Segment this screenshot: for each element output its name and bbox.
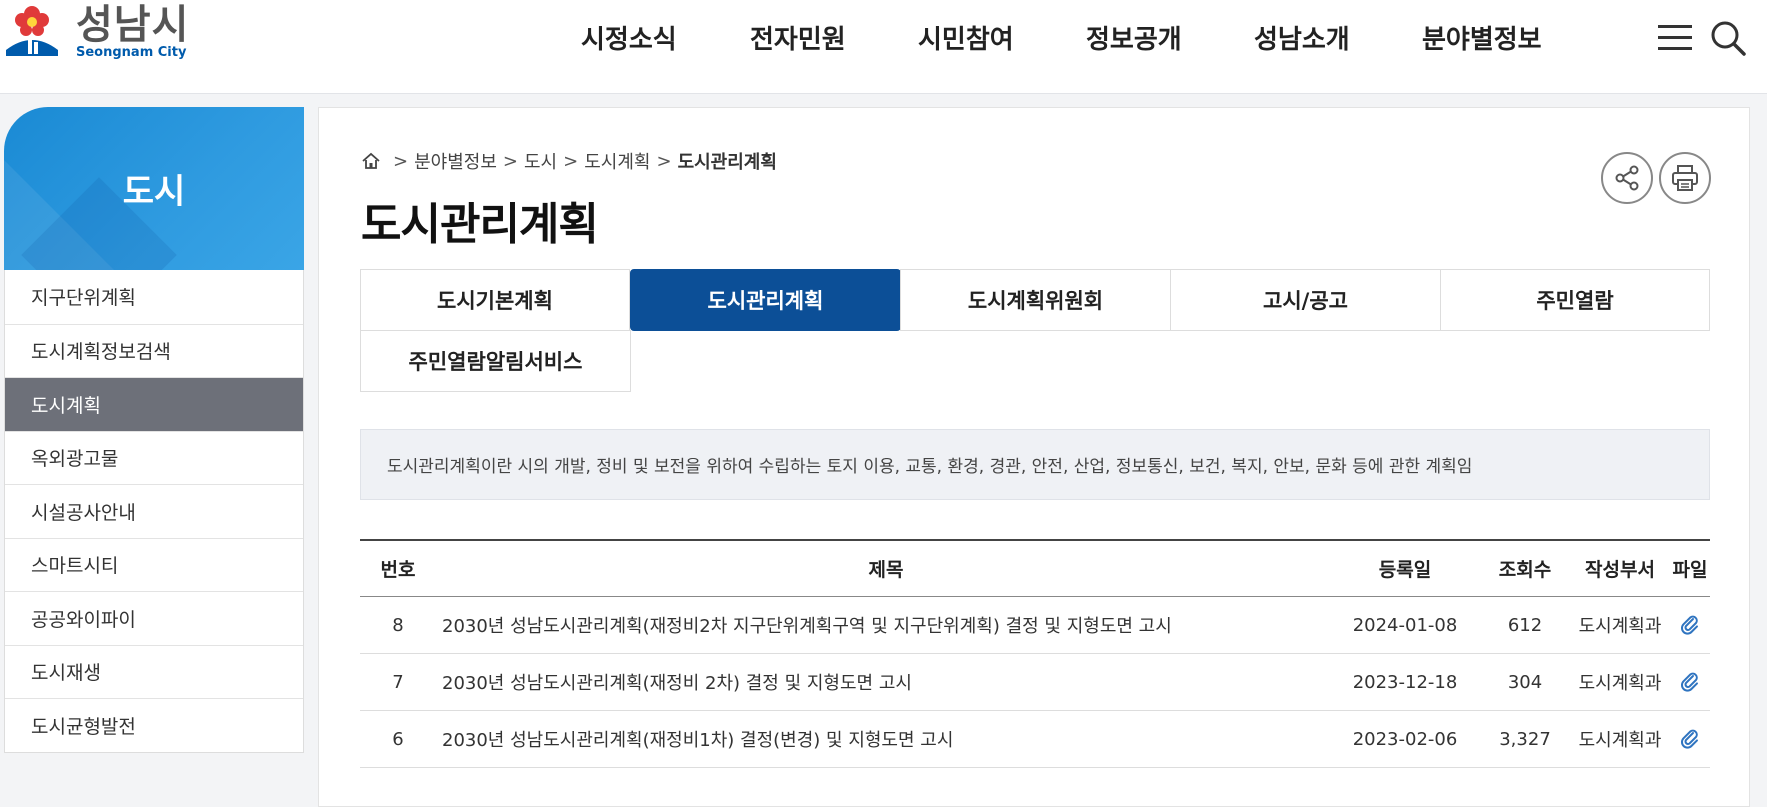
- home-icon[interactable]: [361, 151, 381, 171]
- breadcrumb-item[interactable]: 도시계획: [584, 148, 650, 174]
- sidebar-item-district-unit-plan[interactable]: 지구단위계획: [5, 270, 303, 324]
- sidebar-title: 도시: [122, 172, 186, 212]
- table-row: 8 2030년 성남도시관리계획(재정비2차 지구단위계획구역 및 지구단위계획…: [360, 597, 1710, 654]
- sidebar-item-outdoor-ads[interactable]: 옥외광고물: [5, 430, 303, 485]
- print-icon: [1672, 165, 1698, 191]
- breadcrumb-separator: >: [656, 150, 672, 172]
- paperclip-icon: [1681, 672, 1698, 692]
- sidebar-header: 도시: [4, 107, 304, 270]
- tab-management-plan[interactable]: 도시관리계획: [630, 269, 901, 331]
- sub-tabs: 도시기본계획 도시관리계획 도시계획위원회 고시/공고 주민열람 주민열람알림서…: [360, 269, 1710, 393]
- logo-korean-text: 성남시: [76, 1, 190, 48]
- row-views: 612: [1507, 614, 1543, 636]
- page-title: 도시관리계획: [361, 199, 599, 250]
- row-date: 2023-02-06: [1352, 728, 1458, 750]
- row-views: 3,327: [1499, 728, 1551, 750]
- row-number: 7: [392, 671, 404, 693]
- row-date: 2023-12-18: [1352, 671, 1458, 693]
- breadcrumb-current: 도시관리계획: [677, 152, 777, 173]
- sidebar-menu: 지구단위계획 도시계획정보검색 도시계획 옥외광고물 시설공사안내 스마트시티 …: [4, 270, 304, 753]
- row-dept: 도시계획과: [1578, 730, 1662, 751]
- breadcrumb-item[interactable]: 분야별정보: [414, 148, 497, 174]
- description-box: 도시관리계획이란 시의 개발, 정비 및 보전을 위하여 수립하는 토지 이용,…: [360, 429, 1710, 500]
- column-header-dept: 작성부서: [1585, 559, 1655, 581]
- site-header: 성남시 Seongnam City 시정소식 전자민원 시민참여 정보공개 성남…: [0, 0, 1767, 94]
- site-logo[interactable]: 성남시 Seongnam City: [2, 0, 192, 64]
- sidebar: 도시 지구단위계획 도시계획정보검색 도시계획 옥외광고물 시설공사안내 스마트…: [4, 107, 304, 753]
- column-header-date: 등록일: [1378, 559, 1432, 581]
- nav-item-news[interactable]: 시정소식: [581, 22, 677, 58]
- column-header-no: 번호: [380, 559, 416, 581]
- print-button[interactable]: [1659, 152, 1711, 204]
- sidebar-item-urban-plan[interactable]: 도시계획: [5, 377, 303, 431]
- seongnam-logo-icon: [6, 6, 58, 56]
- table-header: 번호 제목 등록일 조회수 작성부서 파일: [360, 539, 1710, 597]
- nav-item-civil-service[interactable]: 전자민원: [750, 22, 846, 58]
- search-icon[interactable]: [1710, 20, 1746, 56]
- nav-item-information[interactable]: 정보공개: [1086, 22, 1182, 58]
- nav-item-participation[interactable]: 시민참여: [918, 22, 1014, 58]
- sidebar-item-construction-info[interactable]: 시설공사안내: [5, 484, 303, 538]
- tab-public-review[interactable]: 주민열람: [1440, 269, 1710, 331]
- sidebar-item-urban-plan-search[interactable]: 도시계획정보검색: [5, 323, 303, 378]
- row-attachment[interactable]: [1670, 728, 1710, 750]
- breadcrumb-separator: >: [563, 150, 579, 172]
- row-title-link[interactable]: 2030년 성남도시관리계획(재정비2차 지구단위계획구역 및 지구단위계획) …: [436, 612, 1330, 638]
- hamburger-menu-icon[interactable]: [1658, 22, 1692, 52]
- column-header-views: 조회수: [1498, 559, 1552, 581]
- share-button[interactable]: [1601, 152, 1653, 204]
- breadcrumb: > 분야별정보 > 도시 > 도시계획 > 도시관리계획: [361, 148, 777, 174]
- row-attachment[interactable]: [1670, 671, 1710, 693]
- row-number: 6: [392, 728, 404, 750]
- nav-item-about[interactable]: 성남소개: [1254, 22, 1350, 58]
- row-attachment[interactable]: [1670, 614, 1710, 636]
- logo-english-text: Seongnam City: [76, 44, 187, 60]
- share-icon: [1615, 165, 1639, 191]
- sidebar-item-public-wifi[interactable]: 공공와이파이: [5, 591, 303, 645]
- sidebar-item-balanced-development[interactable]: 도시균형발전: [5, 698, 303, 752]
- table-row: 6 2030년 성남도시관리계획(재정비1차) 결정(변경) 및 지형도면 고시…: [360, 711, 1710, 768]
- row-title-link[interactable]: 2030년 성남도시관리계획(재정비1차) 결정(변경) 및 지형도면 고시: [436, 726, 1330, 752]
- tab-review-alert-service[interactable]: 주민열람알림서비스: [360, 330, 631, 392]
- tab-planning-committee[interactable]: 도시계획위원회: [900, 269, 1171, 331]
- column-header-title: 제목: [868, 559, 904, 581]
- breadcrumb-separator: >: [502, 150, 518, 172]
- row-dept: 도시계획과: [1578, 673, 1662, 694]
- nav-item-field-info[interactable]: 분야별정보: [1422, 22, 1542, 58]
- paperclip-icon: [1681, 729, 1698, 749]
- row-title-link[interactable]: 2030년 성남도시관리계획(재정비 2차) 결정 및 지형도면 고시: [436, 669, 1330, 695]
- sidebar-item-smart-city[interactable]: 스마트시티: [5, 537, 303, 592]
- table-row: 7 2030년 성남도시관리계획(재정비 2차) 결정 및 지형도면 고시 20…: [360, 654, 1710, 711]
- row-date: 2024-01-08: [1352, 614, 1458, 636]
- row-dept: 도시계획과: [1578, 616, 1662, 637]
- sidebar-item-urban-regeneration[interactable]: 도시재생: [5, 644, 303, 699]
- row-number: 8: [392, 614, 404, 636]
- breadcrumb-item[interactable]: 도시: [524, 148, 557, 174]
- paperclip-icon: [1681, 615, 1698, 635]
- breadcrumb-separator: >: [393, 150, 409, 172]
- row-views: 304: [1507, 671, 1543, 693]
- content-panel: > 분야별정보 > 도시 > 도시계획 > 도시관리계획 도시관리계획 도시기본…: [318, 107, 1750, 807]
- column-header-file: 파일: [1672, 559, 1708, 581]
- tab-announcements[interactable]: 고시/공고: [1170, 269, 1441, 331]
- notice-table: 번호 제목 등록일 조회수 작성부서 파일 8 2030년 성남도시관리계획(재…: [360, 539, 1710, 768]
- tab-basic-plan[interactable]: 도시기본계획: [360, 269, 630, 331]
